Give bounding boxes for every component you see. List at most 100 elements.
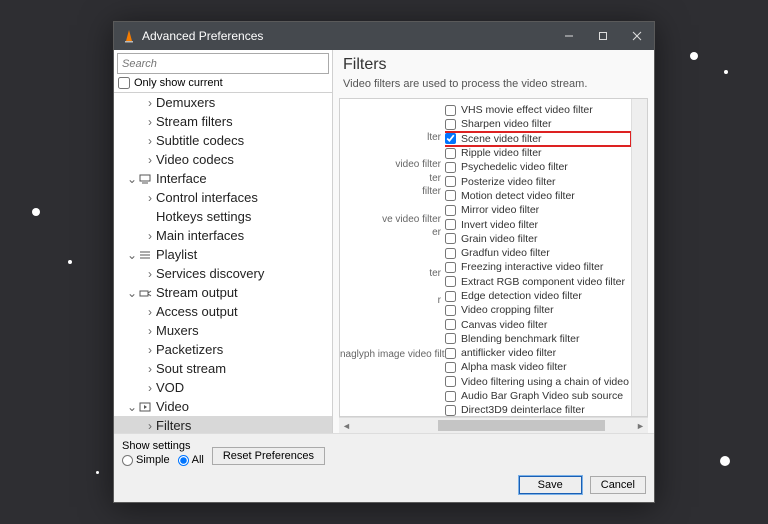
filter-checkbox[interactable] [445,105,456,116]
filter-row[interactable]: Freezing interactive video filter [445,260,631,274]
tree-item[interactable]: ›Services discovery [114,264,332,283]
settings-tree[interactable]: ›Demuxers›Stream filters›Subtitle codecs… [114,92,332,433]
filter-checkbox[interactable] [445,133,456,144]
chevron-right-icon[interactable]: › [144,153,156,167]
tree-item[interactable]: ›Stream filters [114,112,332,131]
filter-checkbox[interactable] [445,362,456,373]
reset-preferences-button[interactable]: Reset Preferences [212,447,325,465]
scroll-thumb[interactable] [438,420,605,431]
scroll-left-icon[interactable]: ◄ [339,418,354,433]
filter-row[interactable]: Extract RGB component video filter [445,275,631,289]
tree-item[interactable]: ⌄Interface [114,169,332,188]
filter-checkbox[interactable] [445,319,456,330]
tree-item[interactable]: ›Sout stream [114,359,332,378]
filter-checkbox[interactable] [445,391,456,402]
close-button[interactable] [620,22,654,50]
filter-checkbox[interactable] [445,348,456,359]
tree-item[interactable]: ›Muxers [114,321,332,340]
horizontal-scrollbar[interactable]: ◄ ► [339,417,648,433]
chevron-right-icon[interactable]: › [144,324,156,338]
filter-row[interactable]: Audio Bar Graph Video sub source [445,389,631,403]
tree-item[interactable]: ›Main interfaces [114,226,332,245]
filter-checkbox[interactable] [445,233,456,244]
filter-row[interactable]: Gradfun video filter [445,246,631,260]
scroll-right-icon[interactable]: ► [633,418,648,433]
filter-checkbox[interactable] [445,248,456,259]
chevron-right-icon[interactable]: › [144,267,156,281]
only-show-current-input[interactable] [118,77,130,89]
vertical-scrollbar[interactable] [631,99,647,416]
filter-checkbox[interactable] [445,190,456,201]
chevron-right-icon[interactable]: › [144,362,156,376]
filter-row[interactable]: Ripple video filter [445,146,631,160]
minimize-button[interactable] [552,22,586,50]
maximize-button[interactable] [586,22,620,50]
filter-checkbox[interactable] [445,162,456,173]
tree-item[interactable]: ›Control interfaces [114,188,332,207]
chevron-down-icon[interactable]: ⌄ [126,286,138,300]
chevron-right-icon[interactable]: › [144,381,156,395]
filter-row[interactable]: Grain video filter [445,232,631,246]
filter-row[interactable]: Invert video filter [445,217,631,231]
filter-list[interactable]: VHS movie effect video filterSharpen vid… [445,99,631,416]
tree-item[interactable]: Hotkeys settings [114,207,332,226]
filter-row[interactable]: VHS movie effect video filter [445,103,631,117]
filter-row[interactable]: Mirror video filter [445,203,631,217]
search-input[interactable] [117,53,329,74]
filter-row[interactable]: Alpha mask video filter [445,360,631,374]
filter-row[interactable]: Canvas video filter [445,317,631,331]
tree-item[interactable]: ⌄Stream output [114,283,332,302]
tree-item[interactable]: ›VOD [114,378,332,397]
chevron-right-icon[interactable]: › [144,305,156,319]
titlebar[interactable]: Advanced Preferences [114,22,654,50]
tree-item[interactable]: ›Demuxers [114,93,332,112]
radio-all[interactable]: All [178,454,204,466]
filter-checkbox[interactable] [445,148,456,159]
tree-item[interactable]: ⌄Video [114,397,332,416]
chevron-right-icon[interactable]: › [144,343,156,357]
tree-item[interactable]: ›Subtitle codecs [114,131,332,150]
tree-item[interactable]: ›Video codecs [114,150,332,169]
filter-label: Mirror video filter [461,204,539,216]
tree-item[interactable]: ⌄Playlist [114,245,332,264]
filter-row[interactable]: Posterize video filter [445,174,631,188]
chevron-right-icon[interactable]: › [144,191,156,205]
filter-checkbox[interactable] [445,376,456,387]
chevron-right-icon[interactable]: › [144,134,156,148]
filter-checkbox[interactable] [445,119,456,130]
save-button[interactable]: Save [519,476,582,494]
chevron-right-icon[interactable]: › [144,96,156,110]
filter-row[interactable]: Scene video filter [445,132,631,146]
chevron-down-icon[interactable]: ⌄ [126,400,138,414]
filter-row[interactable]: Blending benchmark filter [445,332,631,346]
filter-row[interactable]: Motion detect video filter [445,189,631,203]
filter-row[interactable]: antiflicker video filter [445,346,631,360]
chevron-right-icon[interactable]: › [144,419,156,433]
filter-checkbox[interactable] [445,333,456,344]
cancel-button[interactable]: Cancel [590,476,646,494]
chevron-down-icon[interactable]: ⌄ [126,248,138,262]
filter-row[interactable]: Video cropping filter [445,303,631,317]
filter-checkbox[interactable] [445,291,456,302]
filter-checkbox[interactable] [445,405,456,416]
scroll-track[interactable] [354,418,633,433]
chevron-right-icon[interactable]: › [144,229,156,243]
filter-row[interactable]: Direct3D9 deinterlace filter [445,403,631,416]
filter-row[interactable]: Video filtering using a chain of video f… [445,375,631,389]
tree-item[interactable]: ›Access output [114,302,332,321]
radio-simple[interactable]: Simple [122,454,170,466]
only-show-current-checkbox[interactable]: Only show current [114,77,332,92]
filter-checkbox[interactable] [445,262,456,273]
chevron-down-icon[interactable]: ⌄ [126,172,138,186]
filter-checkbox[interactable] [445,205,456,216]
filter-row[interactable]: Psychedelic video filter [445,160,631,174]
filter-row[interactable]: Sharpen video filter [445,117,631,131]
chevron-right-icon[interactable]: › [144,115,156,129]
filter-checkbox[interactable] [445,276,456,287]
filter-row[interactable]: Edge detection video filter [445,289,631,303]
tree-item[interactable]: ›Filters [114,416,332,433]
filter-checkbox[interactable] [445,305,456,316]
filter-checkbox[interactable] [445,176,456,187]
tree-item[interactable]: ›Packetizers [114,340,332,359]
filter-checkbox[interactable] [445,219,456,230]
